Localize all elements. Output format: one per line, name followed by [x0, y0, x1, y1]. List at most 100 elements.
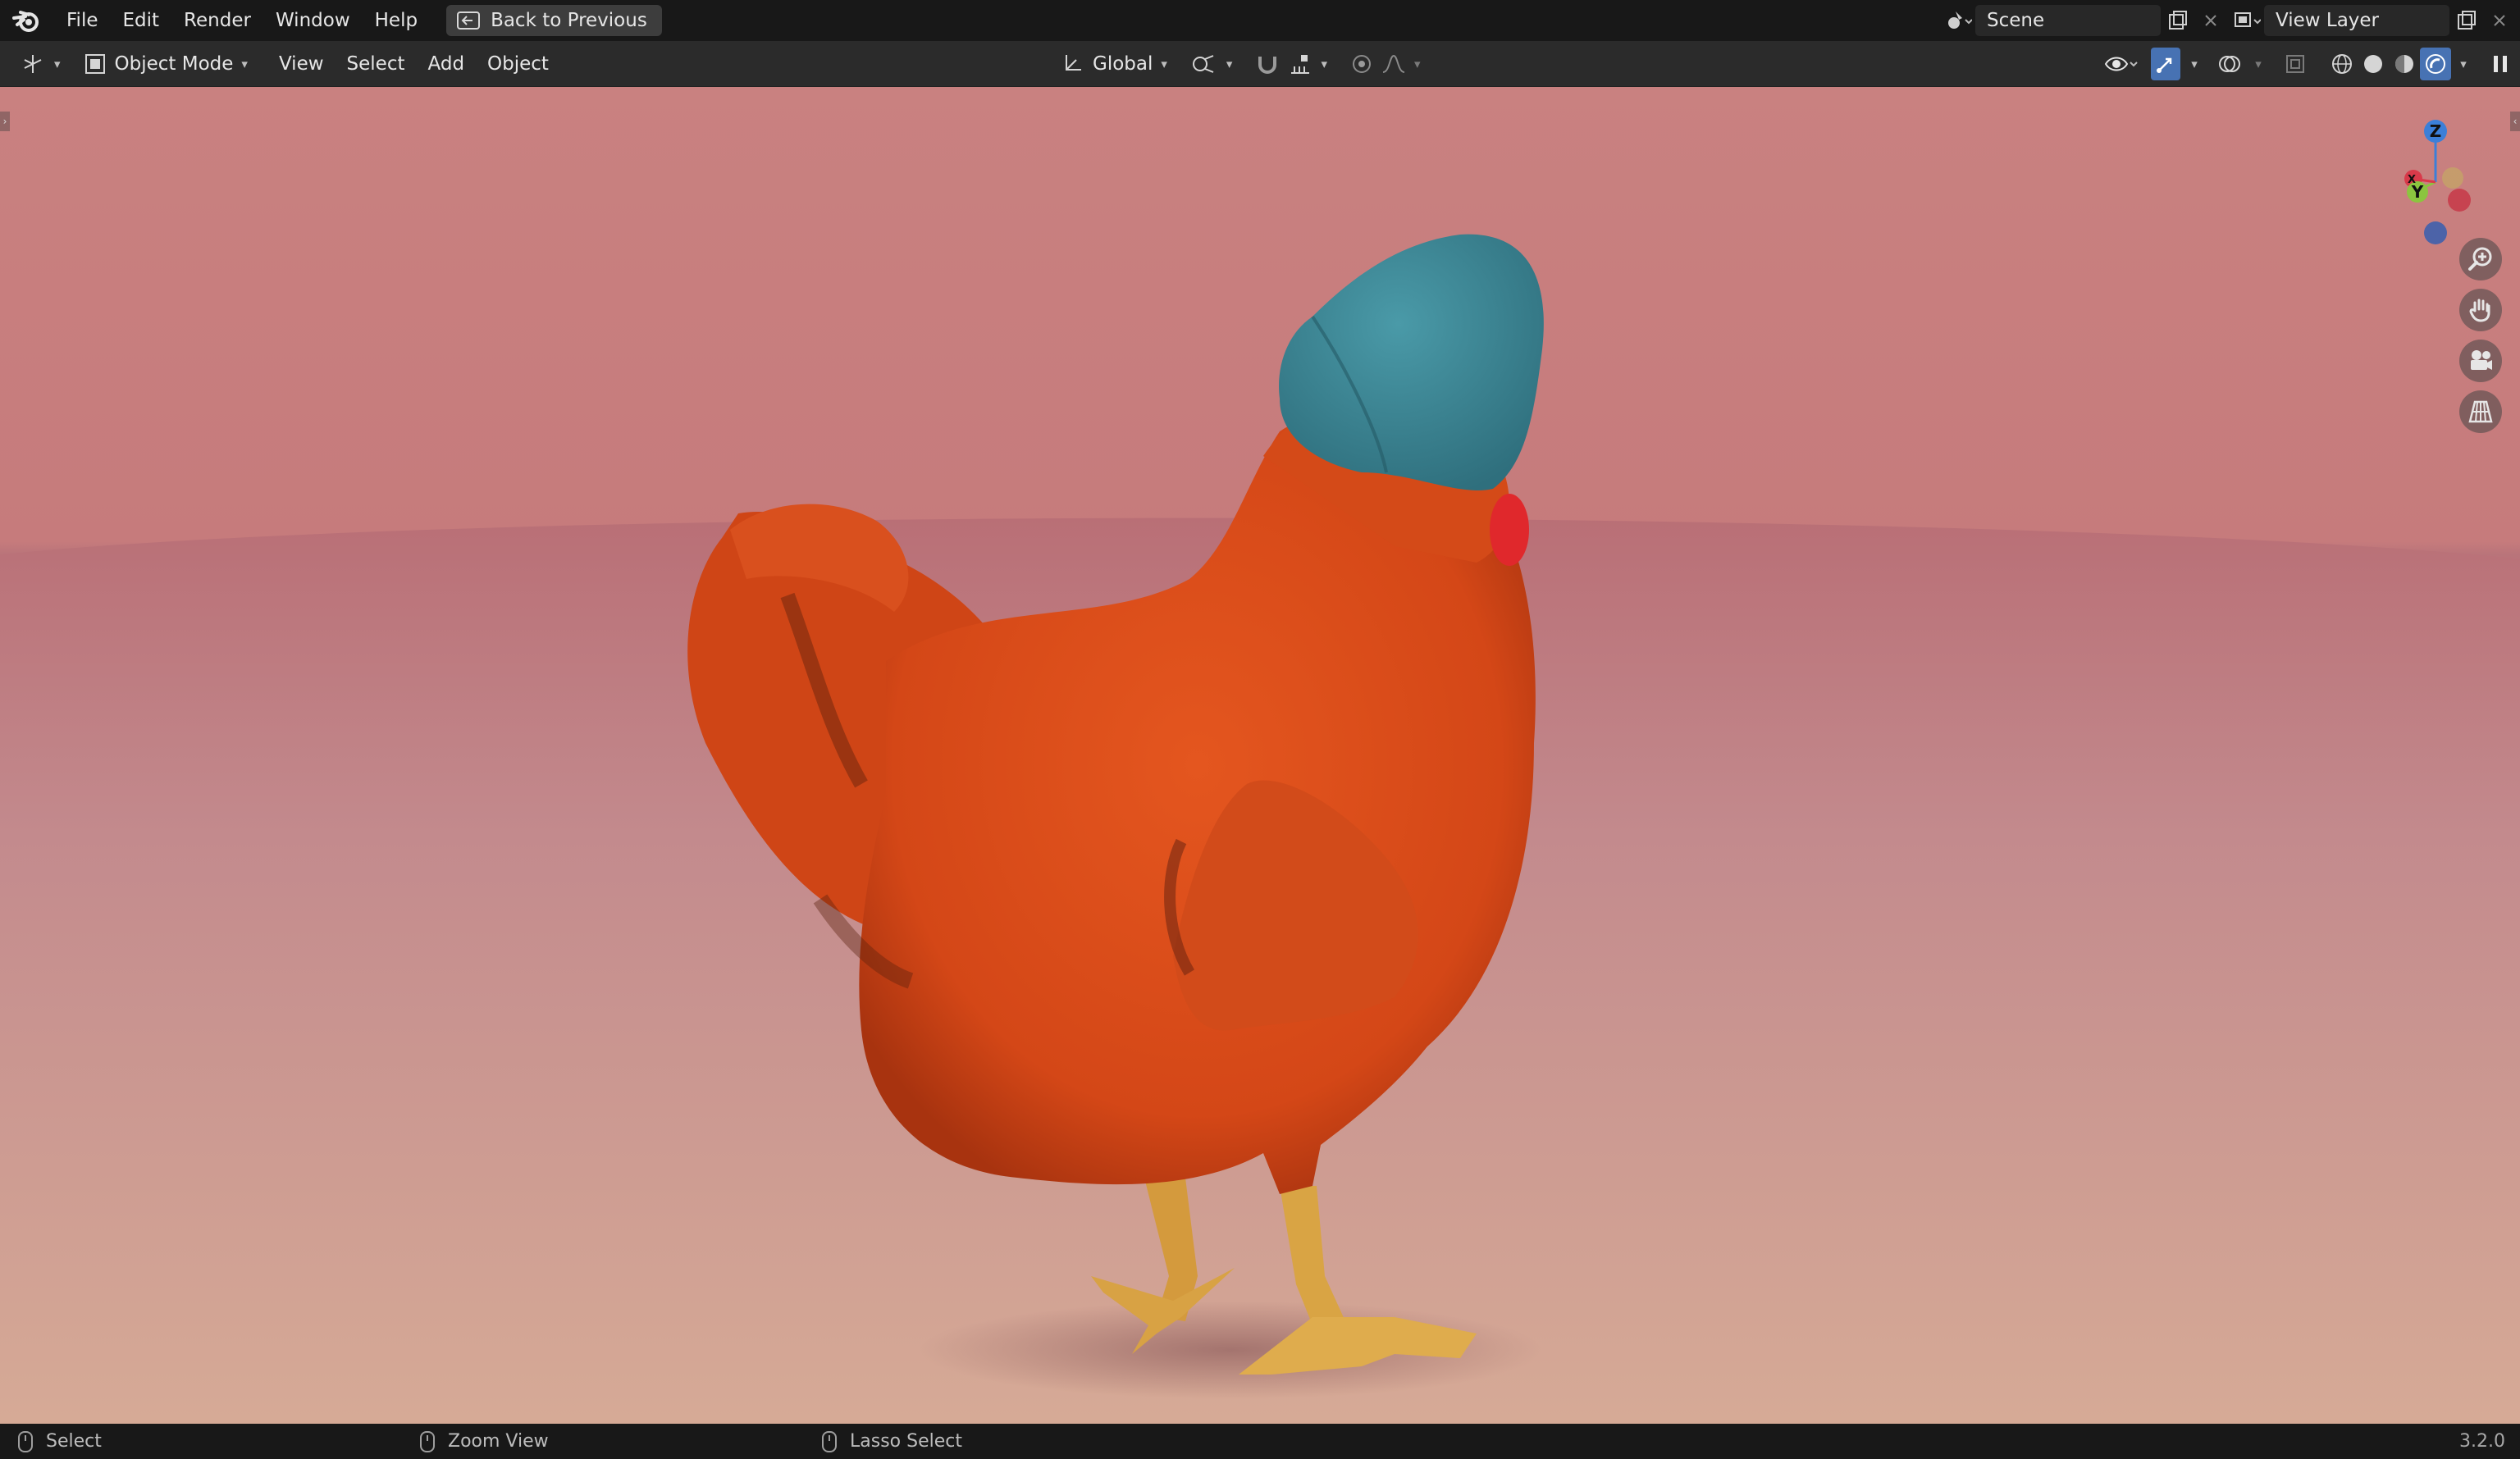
- viewport-header: ▾ Object Mode ▾ View Select Add Object G…: [0, 41, 2520, 87]
- menu-edit[interactable]: Edit: [111, 0, 172, 41]
- top-menu-bar: File Edit Render Window Help Back to Pre…: [0, 0, 2520, 41]
- pivot-point-icon: [1192, 55, 1214, 73]
- blender-logo-icon[interactable]: [10, 4, 43, 37]
- workspace-selectors: Scene View Layer: [1942, 0, 2520, 41]
- object-mode-dropdown[interactable]: Object Mode ▾: [75, 48, 256, 80]
- xray-toggle-button[interactable]: [2280, 48, 2310, 80]
- pan-button[interactable]: [2459, 289, 2502, 331]
- shading-options-dropdown[interactable]: ▾: [2451, 48, 2476, 80]
- proportional-editing-icon: [1352, 55, 1371, 73]
- gizmo-z-label: Z: [2430, 121, 2442, 141]
- perspective-toggle-button[interactable]: [2459, 390, 2502, 433]
- back-button-label: Back to Previous: [491, 10, 647, 31]
- wireframe-sphere-icon: [2332, 54, 2352, 74]
- navigation-gizmo[interactable]: Z Y X: [2364, 102, 2504, 258]
- zoom-icon: [2468, 247, 2492, 271]
- header-menu-object[interactable]: Object: [476, 41, 560, 87]
- pivot-point-dropdown[interactable]: ▾: [1182, 48, 1241, 80]
- header-menu-add[interactable]: Add: [417, 41, 477, 87]
- status-zoom-hint: Zoom View: [420, 1424, 549, 1459]
- chevron-down-icon: ▾: [2460, 57, 2467, 71]
- solid-sphere-icon: [2364, 55, 2382, 73]
- view-layer-name-field[interactable]: View Layer: [2264, 5, 2449, 36]
- header-menu-view[interactable]: View: [267, 41, 336, 87]
- version-label: 3.2.0: [2459, 1431, 2505, 1452]
- magnet-icon: [1258, 57, 1277, 74]
- menu-help[interactable]: Help: [363, 0, 430, 41]
- proportional-editing-dropdown[interactable]: ▾: [1342, 48, 1429, 80]
- chevron-down-icon: ▾: [241, 56, 248, 71]
- status-select-hint: Select: [18, 1424, 102, 1459]
- overlays-options-dropdown[interactable]: ▾: [2248, 48, 2269, 80]
- falloff-curve-icon: [1382, 54, 1405, 73]
- menu-file[interactable]: File: [54, 0, 111, 41]
- status-lasso-hint: Lasso Select: [822, 1424, 962, 1459]
- orientation-axes-icon: [1066, 55, 1081, 71]
- chevron-down-icon: ▾: [54, 56, 61, 71]
- chevron-down-icon: ▾: [1161, 57, 1167, 71]
- pause-render-button[interactable]: [2486, 48, 2515, 80]
- visibility-dropdown[interactable]: [2102, 48, 2141, 80]
- editor-type-dropdown[interactable]: ▾: [11, 48, 69, 80]
- menu-render[interactable]: Render: [171, 0, 263, 41]
- material-preview-shading-button[interactable]: [2389, 48, 2420, 80]
- back-to-previous-button[interactable]: Back to Previous: [446, 5, 662, 36]
- menu-window[interactable]: Window: [263, 0, 363, 41]
- close-scene-icon[interactable]: [2195, 5, 2226, 36]
- viewport-editor-icon: [24, 54, 42, 73]
- snap-increment-icon: [1291, 55, 1310, 74]
- new-view-layer-icon[interactable]: [2451, 5, 2482, 36]
- viewport-display-tools: ▾ ▾ ▾: [2102, 41, 2515, 87]
- rendered-sphere-icon: [2426, 54, 2445, 74]
- mouse-middle-icon: [420, 1430, 435, 1452]
- pause-icon: [2494, 56, 2507, 72]
- zoom-button[interactable]: [2459, 238, 2502, 280]
- overlays-icon: [2219, 56, 2240, 72]
- new-scene-icon[interactable]: [2162, 5, 2194, 36]
- overlays-toggle-button[interactable]: [2215, 48, 2244, 80]
- back-arrow-icon: [457, 11, 481, 30]
- eye-icon: [2104, 57, 2138, 71]
- chevron-down-icon: ▾: [2255, 57, 2262, 71]
- scene-icon[interactable]: [1942, 5, 1974, 36]
- 3d-viewport[interactable]: › ‹ Z Y X: [0, 87, 2520, 1424]
- gizmo-toggle-button[interactable]: [2151, 48, 2180, 80]
- gizmo-neg-x[interactable]: [2448, 189, 2471, 212]
- transform-orientation-dropdown[interactable]: Global ▾: [1052, 48, 1176, 80]
- grid-icon: [2468, 400, 2493, 423]
- status-lasso-label: Lasso Select: [850, 1431, 962, 1452]
- chevron-down-icon: ▾: [2191, 57, 2198, 71]
- hand-icon: [2469, 299, 2490, 322]
- view-layer-icon[interactable]: [2231, 5, 2262, 36]
- mouse-left-icon: [18, 1430, 33, 1452]
- status-select-label: Select: [46, 1431, 102, 1452]
- material-sphere-icon: [2395, 55, 2413, 73]
- gizmo-icon: [2157, 57, 2172, 73]
- view-layer-selector[interactable]: View Layer: [2231, 5, 2515, 36]
- chevron-down-icon: ▾: [1321, 57, 1327, 71]
- rendered-shading-button[interactable]: [2420, 48, 2451, 80]
- camera-icon: [2471, 350, 2492, 370]
- scene-name-field[interactable]: Scene: [1975, 5, 2161, 36]
- object-mode-icon: [84, 53, 105, 74]
- gizmo-x-label: X: [2408, 174, 2416, 186]
- gizmo-options-dropdown[interactable]: ▾: [2184, 48, 2205, 80]
- close-view-layer-icon[interactable]: [2484, 5, 2515, 36]
- header-menu-select[interactable]: Select: [336, 41, 417, 87]
- status-zoom-label: Zoom View: [448, 1431, 549, 1452]
- chevron-down-icon: ▾: [1413, 57, 1421, 71]
- right-sidebar-toggle[interactable]: ‹: [2510, 112, 2520, 131]
- wireframe-shading-button[interactable]: [2326, 48, 2358, 80]
- camera-view-button[interactable]: [2459, 340, 2502, 382]
- shading-mode-group: ▾: [2326, 48, 2476, 80]
- object-mode-label: Object Mode: [114, 52, 234, 75]
- gizmo-neg-y[interactable]: [2442, 167, 2463, 189]
- gizmo-neg-z[interactable]: [2424, 221, 2447, 244]
- rendered-scene: [0, 234, 2520, 1424]
- scene-selector[interactable]: Scene: [1942, 5, 2226, 36]
- xray-icon: [2286, 55, 2304, 73]
- status-bar: Select Zoom View Lasso Select 3.2.0: [0, 1424, 2520, 1459]
- left-sidebar-toggle[interactable]: ›: [0, 112, 10, 131]
- snapping-dropdown[interactable]: ▾: [1247, 48, 1335, 80]
- solid-shading-button[interactable]: [2358, 48, 2389, 80]
